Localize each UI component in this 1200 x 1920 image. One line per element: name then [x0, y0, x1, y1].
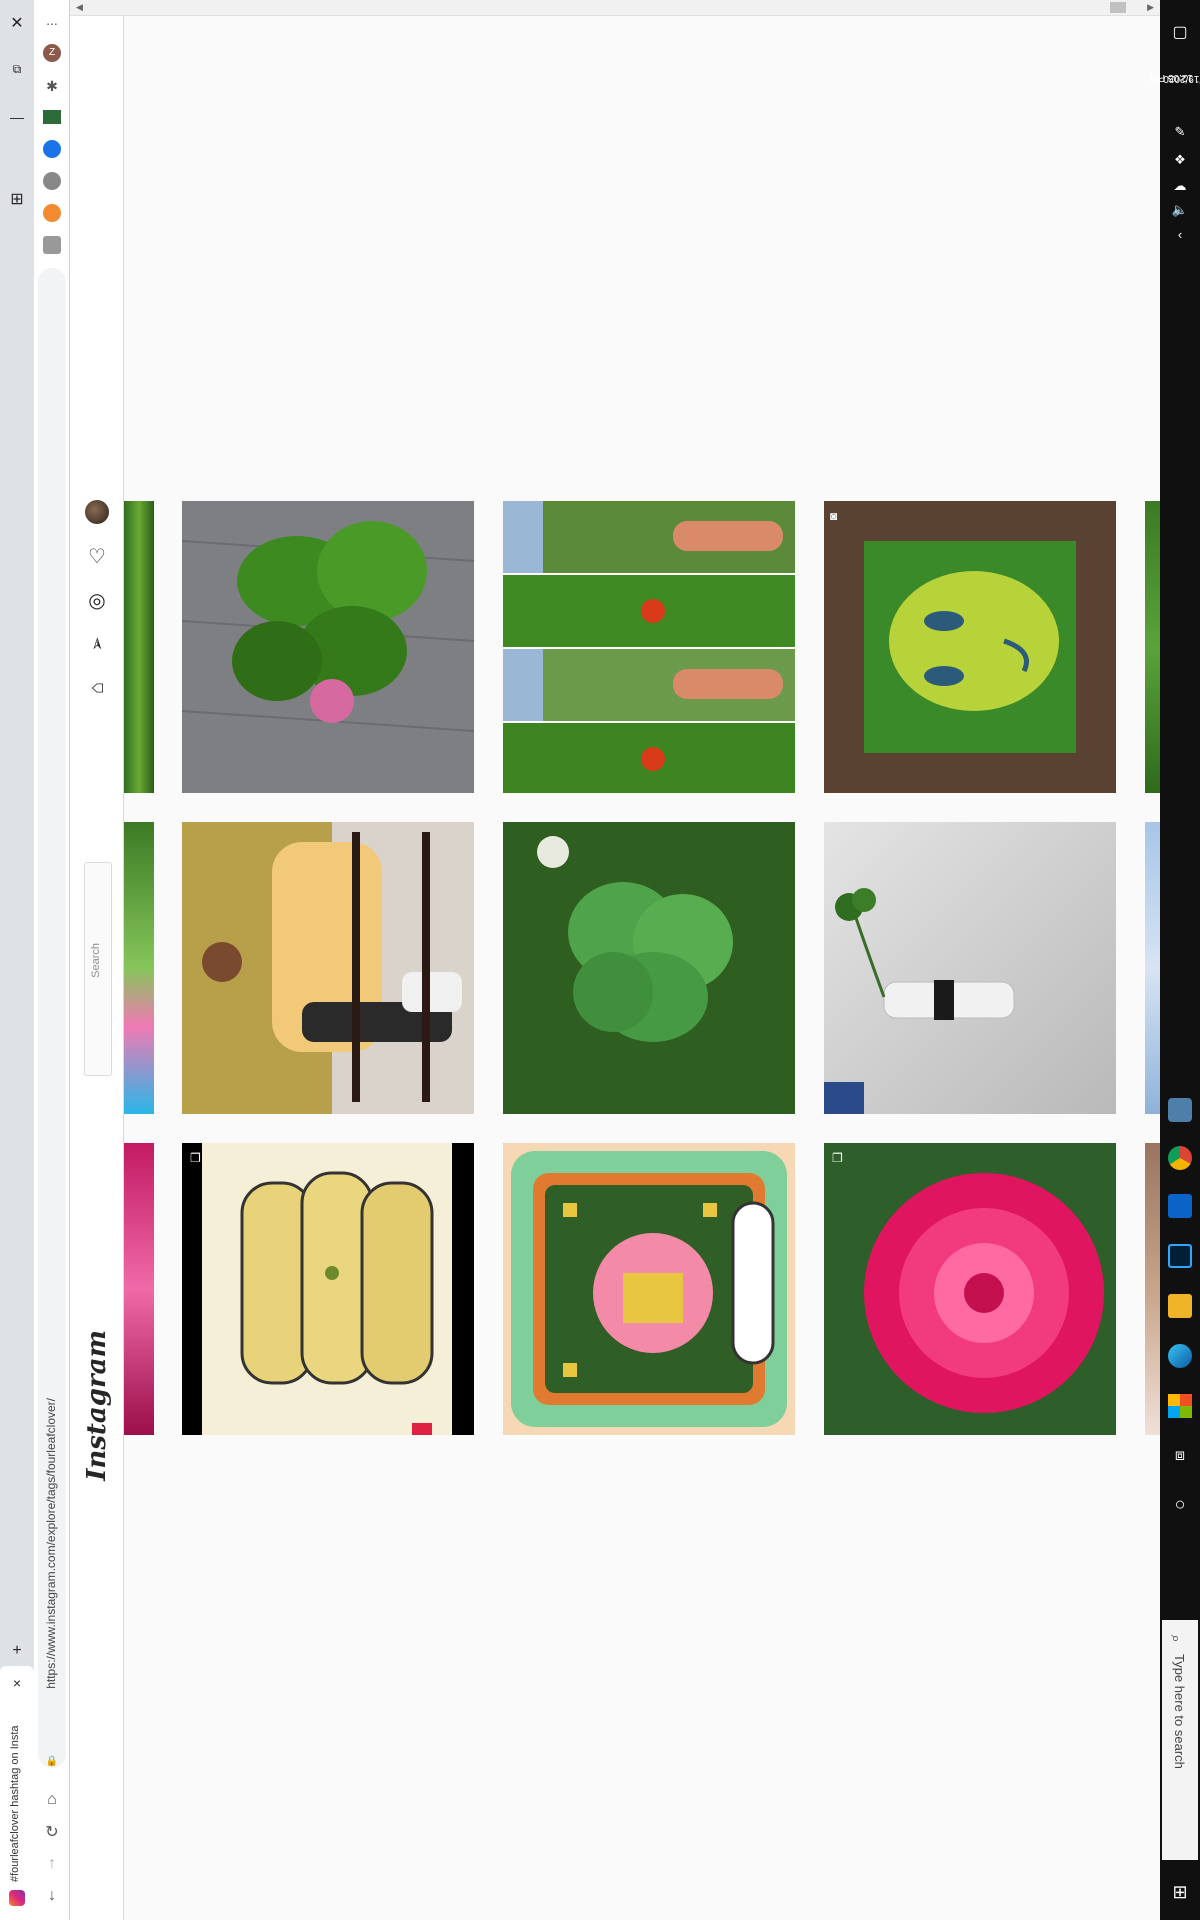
instagram-favicon-icon	[9, 1890, 25, 1906]
post-thumbnail[interactable]	[1145, 822, 1160, 1114]
browser-toolbar: ... Z ✱ https://www.instagram.com/explor…	[34, 0, 70, 1920]
tab-title: #fourleafclover hashtag on Insta	[9, 1725, 21, 1882]
task-view-icon[interactable]: ⧈	[1168, 1444, 1192, 1468]
omnibox[interactable]: https://www.instagram.com/explore/tags/f…	[38, 268, 66, 1768]
start-windows-icon[interactable]: ⊞	[1168, 1880, 1192, 1904]
tab-search-icon[interactable]: ⊞	[4, 186, 30, 212]
post-thumbnail[interactable]	[503, 1143, 795, 1435]
close-tab-icon[interactable]: ×	[6, 1674, 28, 1692]
extensions-icon[interactable]: ✱	[42, 76, 62, 96]
back-icon[interactable]: ↓	[40, 1884, 64, 1908]
activity-heart-icon[interactable]: ♡	[85, 544, 109, 568]
post-thumbnail[interactable]: ❐	[182, 1143, 474, 1435]
taskbar-search-box[interactable]: ⌕ Type here to search	[1162, 1620, 1198, 1860]
post-thumbnail[interactable]	[1145, 501, 1160, 793]
pen-icon[interactable]: ✎	[1168, 122, 1192, 142]
scroll-left-icon[interactable]: ◀	[76, 2, 83, 13]
chevron-up-icon[interactable]: ‹	[1168, 224, 1192, 244]
post-thumbnail[interactable]	[824, 822, 1116, 1114]
taskbar-app-settings-icon[interactable]	[1168, 1098, 1192, 1122]
lock-icon: 🔒	[45, 1755, 59, 1767]
extension-1-icon[interactable]	[43, 110, 61, 124]
action-center-icon[interactable]: ▢	[1168, 20, 1192, 44]
minimize-window-icon[interactable]: —	[4, 104, 30, 130]
explore-compass-icon[interactable]: ◎	[85, 588, 109, 612]
search-input[interactable]: Search	[84, 862, 112, 1076]
home-icon[interactable]: ⌂	[40, 1788, 64, 1812]
taskbar-chrome-icon[interactable]	[1168, 1146, 1192, 1170]
reload-icon[interactable]: ↻	[40, 1820, 64, 1844]
post-thumbnail[interactable]	[503, 822, 795, 1114]
profile-avatar[interactable]: Z	[43, 44, 61, 62]
onedrive-icon[interactable]: ☁	[1168, 176, 1192, 196]
instagram-header: ♡ ◎ ➢ ⌂ Search Instagram	[70, 0, 124, 1920]
post-thumbnail[interactable]	[1145, 1143, 1160, 1435]
taskbar-explorer-icon[interactable]	[1168, 1294, 1192, 1318]
taskbar-outlook-icon[interactable]	[1168, 1194, 1192, 1218]
search-placeholder: Search	[90, 943, 102, 978]
post-thumbnail[interactable]	[182, 822, 474, 1114]
address-url[interactable]: https://www.instagram.com/explore/tags/f…	[44, 1398, 58, 1689]
instagram-logo[interactable]: Instagram	[82, 1330, 112, 1481]
video-camera-icon: ◙	[830, 509, 838, 523]
restore-window-icon[interactable]: ⧉	[4, 56, 30, 82]
home-icon[interactable]: ⌂	[85, 676, 109, 700]
cortana-icon[interactable]: ○	[1168, 1492, 1192, 1516]
profile-avatar-icon[interactable]	[85, 500, 109, 524]
post-thumbnail[interactable]: ◙	[824, 501, 1116, 793]
taskbar-edge-icon[interactable]	[1168, 1344, 1192, 1368]
extension-2-icon[interactable]	[43, 140, 61, 158]
post-thumbnail[interactable]	[503, 501, 795, 793]
scrollbar-thumb[interactable]	[1110, 2, 1126, 13]
extension-4-icon[interactable]	[43, 204, 61, 222]
browser-tab-strip: ✕ ⧉ — ⊞ + × #fourleafclover hashtag on I…	[0, 0, 34, 1920]
post-thumbnail[interactable]	[124, 501, 154, 793]
clock[interactable]: 7/19/2020 12:05 PM	[1150, 56, 1200, 116]
close-window-icon[interactable]: ✕	[4, 10, 30, 36]
post-thumbnail[interactable]	[182, 501, 474, 793]
direct-message-icon[interactable]: ➢	[85, 632, 109, 656]
clock-time: 12:05 PM	[1150, 71, 1193, 83]
browser-menu-icon[interactable]: ...	[40, 8, 64, 32]
multiple-photos-icon: ❐	[832, 1151, 843, 1165]
horizontal-scrollbar[interactable]: ◀ ▶	[70, 0, 1160, 16]
dropbox-icon[interactable]: ❖	[1168, 150, 1192, 170]
post-thumbnail[interactable]	[124, 822, 154, 1114]
taskbar-search-placeholder: Type here to search	[1172, 1654, 1187, 1769]
taskbar-store-icon[interactable]	[1168, 1394, 1192, 1418]
multiple-photos-icon: ❐	[190, 1151, 201, 1165]
scroll-right-icon[interactable]: ▶	[1147, 2, 1154, 13]
taskbar-photoshop-icon[interactable]	[1168, 1244, 1192, 1268]
volume-icon[interactable]: 🔈	[1168, 200, 1192, 220]
post-thumbnail[interactable]: ❐	[824, 1143, 1116, 1435]
post-thumbnail[interactable]	[124, 1143, 154, 1435]
active-tab[interactable]: × #fourleafclover hashtag on Insta	[0, 1666, 34, 1920]
extension-3-icon[interactable]	[43, 172, 61, 190]
search-icon: ⌕	[1168, 1634, 1185, 1643]
new-tab-button[interactable]: +	[4, 1640, 30, 1662]
extension-5-icon[interactable]	[43, 236, 61, 254]
forward-icon[interactable]: ↑	[40, 1852, 64, 1876]
